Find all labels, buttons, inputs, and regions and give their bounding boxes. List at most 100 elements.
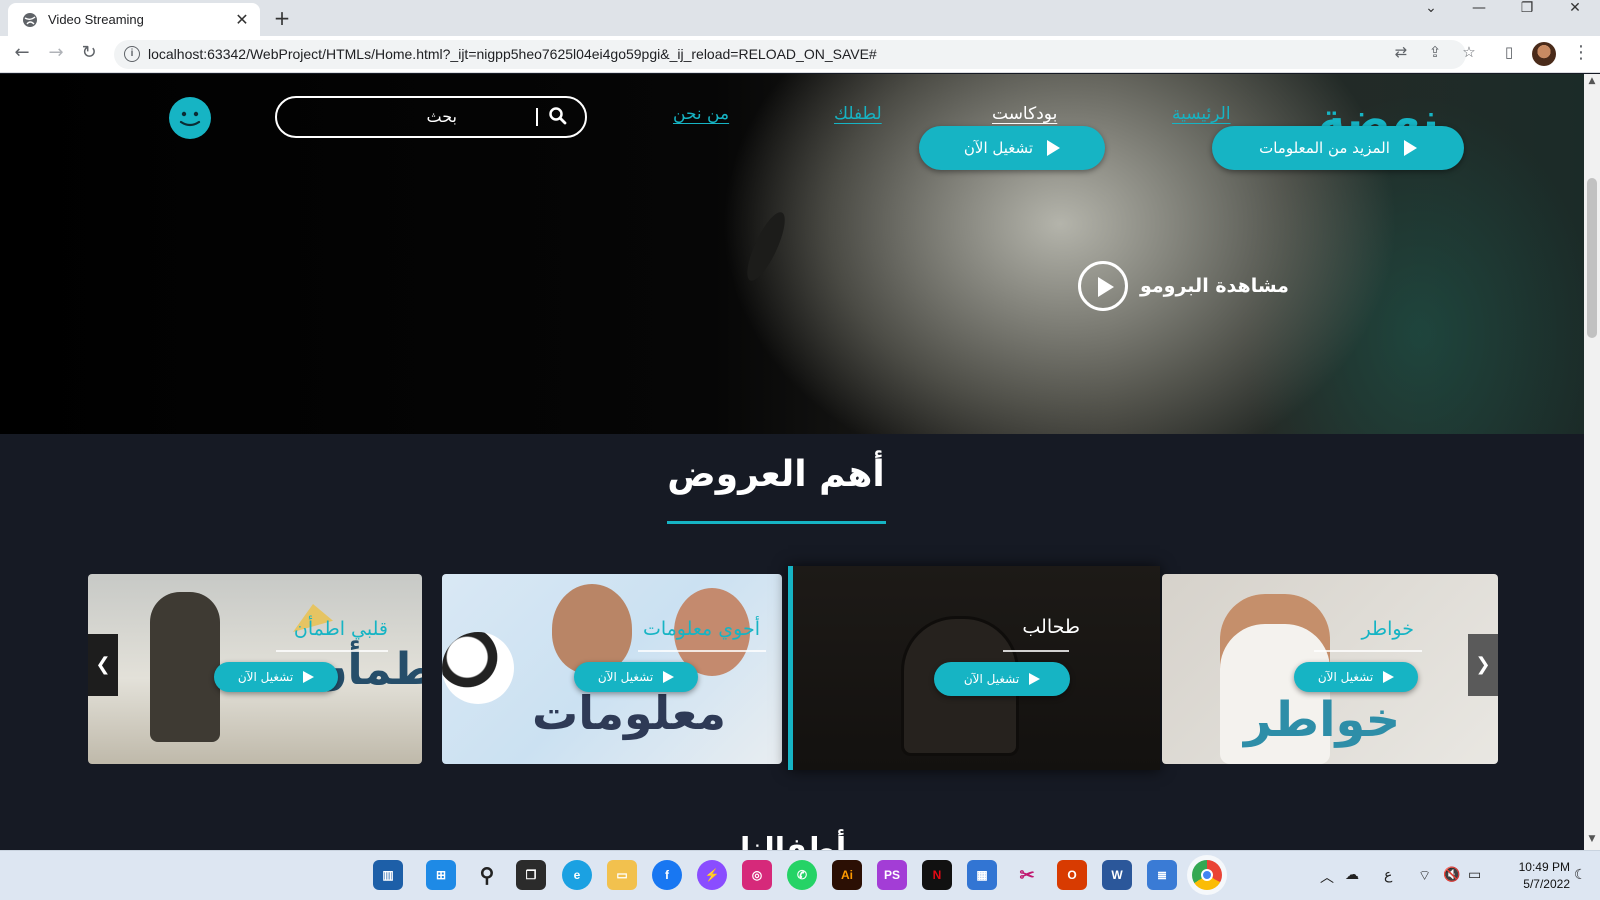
translate-icon[interactable]: ⇄ (1392, 43, 1410, 61)
play-icon (1029, 673, 1041, 685)
illustrator-icon[interactable]: Ai (832, 860, 862, 890)
instagram-icon[interactable]: ◎ (742, 860, 772, 890)
offer-card[interactable]: اطمأن قلبي اطمأن تشغيل الآن (88, 574, 422, 764)
carousel-next-button[interactable]: ❯ (1468, 634, 1498, 696)
close-window-icon[interactable]: ✕ (1552, 0, 1598, 34)
clock-date: 5/7/2022 (1523, 877, 1570, 891)
nav-about[interactable]: من نحن (673, 104, 729, 124)
card-play-button[interactable]: تشغيل الآن (1294, 662, 1418, 692)
minimize-icon[interactable]: — (1456, 0, 1502, 34)
caption-underline (276, 650, 388, 652)
side-panel-icon[interactable]: ▯ (1500, 43, 1518, 61)
caption-underline (638, 650, 766, 652)
offer-card-active[interactable]: طحالب تشغيل الآن (788, 566, 1160, 770)
messenger-icon[interactable]: ⚡ (697, 860, 727, 890)
file-explorer-icon[interactable]: ▭ (607, 860, 637, 890)
card-caption: قلبي اطمأن (293, 618, 388, 640)
close-tab-icon[interactable]: ✕ (234, 10, 250, 29)
restore-icon[interactable]: ❐ (1504, 0, 1550, 34)
url-text[interactable]: localhost:63342/WebProject/HTMLs/Home.ht… (148, 46, 877, 62)
scroll-down-icon[interactable]: ▼ (1584, 834, 1600, 848)
netflix-icon[interactable]: N (922, 860, 952, 890)
hero-play-button[interactable]: تشغيل الآن (919, 126, 1105, 170)
offer-card[interactable]: خواطر خواطر تشغيل الآن (1162, 574, 1498, 764)
taskbar: ▥ ⊞ ⚲ ❐ e ▭ f ⚡ ◎ ✆ Ai PS N ▦ ✂ O W ≣ ︿ … (0, 850, 1600, 900)
volume-muted-icon[interactable]: 🔇 (1443, 867, 1460, 883)
wifi-icon[interactable]: ⌔ (1418, 867, 1431, 885)
facebook-icon[interactable]: f (652, 860, 682, 890)
card-thumbnail-figure (552, 584, 632, 674)
globe-icon (23, 12, 37, 27)
back-icon[interactable]: ← (9, 42, 35, 68)
card-thumbnail-figure (150, 592, 220, 742)
card-caption: خواطر (1361, 618, 1414, 640)
search-taskbar-icon[interactable]: ⚲ (472, 860, 502, 890)
scrollbar-thumb[interactable] (1587, 178, 1597, 338)
notifications-icon[interactable]: ☾ (1574, 867, 1587, 883)
offers-section-title: أهم العروض (667, 454, 885, 495)
next-section-title: أطفالنا (740, 832, 847, 850)
play-icon (1403, 140, 1417, 156)
share-icon[interactable]: ⇪ (1426, 43, 1444, 61)
play-icon (663, 671, 675, 683)
forward-icon[interactable]: → (43, 42, 69, 68)
office-icon[interactable]: O (1057, 860, 1087, 890)
nav-home[interactable]: الرئيسية (1172, 104, 1231, 124)
card-caption: أحوي معلومات (642, 618, 760, 640)
tray-chevron-icon[interactable]: ︿ (1320, 867, 1334, 887)
notepad-icon[interactable]: ≣ (1147, 860, 1177, 890)
battery-icon[interactable]: ▭ (1468, 867, 1481, 883)
card-play-button[interactable]: تشغيل الآن (574, 662, 698, 692)
more-menu-icon[interactable]: ⋮ (1572, 42, 1590, 63)
page-scrollbar[interactable]: ▲ ▼ (1584, 74, 1600, 850)
widgets-icon[interactable]: ▥ (373, 860, 403, 890)
profile-avatar[interactable] (1532, 42, 1556, 66)
caption-underline (1003, 650, 1069, 652)
watch-promo-button[interactable]: مشاهدة البرومو (1078, 261, 1289, 311)
edge-icon[interactable]: e (562, 860, 592, 890)
nav-kids[interactable]: لطفلك (834, 104, 882, 124)
taskbar-clock[interactable]: 10:49 PM 5/7/2022 (1500, 859, 1570, 893)
card-play-button[interactable]: تشغيل الآن (214, 662, 338, 692)
bookmark-star-icon[interactable]: ☆ (1460, 43, 1478, 61)
play-icon (1383, 671, 1395, 683)
search-icon[interactable] (548, 106, 568, 126)
more-info-button[interactable]: المزيد من المعلومات (1212, 126, 1464, 170)
site-info-icon[interactable]: i (124, 46, 140, 62)
scroll-up-icon[interactable]: ▲ (1584, 76, 1600, 90)
tab-title: Video Streaming (48, 12, 144, 27)
carousel-prev-button[interactable]: ❮ (88, 634, 118, 696)
title-underline (667, 521, 886, 524)
store-icon[interactable]: ▦ (967, 860, 997, 890)
reload-icon[interactable]: ↻ (76, 42, 102, 68)
card-play-button[interactable]: تشغيل الآن (934, 662, 1070, 696)
phpstorm-icon[interactable]: PS (877, 860, 907, 890)
play-icon (1047, 140, 1061, 156)
start-icon[interactable]: ⊞ (426, 860, 456, 890)
card-thumbnail-ball (442, 632, 514, 704)
tab-search-chevron-icon[interactable]: ⌄ (1408, 0, 1454, 34)
hero-image-detail (740, 207, 792, 286)
play-icon (303, 671, 315, 683)
snipping-tool-icon[interactable]: ✂ (1012, 860, 1042, 890)
address-bar[interactable]: i localhost:63342/WebProject/HTMLs/Home.… (114, 40, 1466, 69)
chrome-icon[interactable] (1192, 860, 1222, 890)
language-indicator[interactable]: ع (1384, 867, 1392, 883)
task-view-icon[interactable]: ❐ (516, 860, 546, 890)
clock-time: 10:49 PM (1518, 860, 1570, 874)
browser-tab-strip: Video Streaming ✕ + ⌄ — ❐ ✕ (0, 0, 1600, 36)
new-tab-icon[interactable]: + (270, 6, 294, 30)
web-page: نهضة الرئيسية بودكاست لطفلك من نحن بحث ا… (0, 74, 1584, 850)
whatsapp-icon[interactable]: ✆ (787, 860, 817, 890)
offer-card[interactable]: معلومات أحوي معلومات تشغيل الآن (442, 574, 782, 764)
onedrive-icon[interactable]: ☁ (1345, 867, 1359, 883)
card-art-title: خواطر (1244, 692, 1401, 748)
browser-tab[interactable]: Video Streaming ✕ (8, 3, 260, 36)
smiley-user-icon[interactable] (169, 97, 211, 139)
play-circle-icon (1078, 261, 1128, 311)
search-placeholder: بحث (426, 107, 458, 126)
nav-podcast[interactable]: بودكاست (992, 104, 1057, 124)
word-icon[interactable]: W (1102, 860, 1132, 890)
search-input[interactable]: بحث (275, 96, 587, 138)
browser-toolbar: ← → ↻ i localhost:63342/WebProject/HTMLs… (0, 36, 1600, 73)
